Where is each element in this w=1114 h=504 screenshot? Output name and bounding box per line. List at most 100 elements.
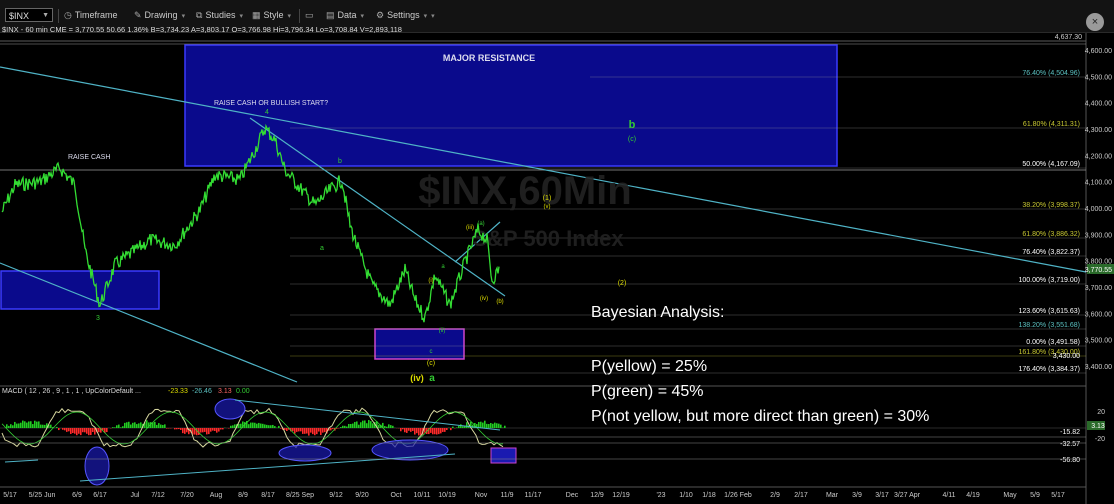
macd-histogram-bar xyxy=(6,424,8,428)
macd-histogram-bar xyxy=(418,428,420,436)
macd-histogram-bar xyxy=(38,421,40,428)
macd-histogram-bar xyxy=(482,422,484,428)
macd-histogram-bar xyxy=(494,422,496,428)
fib-level-label: 123.60% (3,615.63) xyxy=(1019,308,1081,315)
macd-histogram-bar xyxy=(268,425,270,428)
macd-histogram-bar xyxy=(124,422,126,428)
macd-histogram-bar xyxy=(12,425,14,428)
macd-histogram-bar xyxy=(498,423,500,428)
macd-histogram-bar xyxy=(416,428,418,434)
macd-histogram-bar xyxy=(350,424,352,428)
time-tick-label: 9/12 xyxy=(329,492,343,499)
macd-highlight-ellipse xyxy=(278,444,332,462)
macd-histogram-bar xyxy=(302,428,304,434)
fib-level-label: 100.00% (3,719.00) xyxy=(1019,277,1081,284)
macd-value: -23.33 xyxy=(168,388,188,395)
macd-histogram-bar xyxy=(274,426,276,428)
time-tick-label: 7/20 xyxy=(180,492,194,499)
macd-histogram-bar xyxy=(262,423,264,428)
macd-histogram-bar xyxy=(458,425,460,428)
macd-histogram-bar xyxy=(318,428,320,432)
macd-histogram-bar xyxy=(490,423,492,428)
macd-histogram-bar xyxy=(504,425,506,428)
macd-histogram-bar xyxy=(176,428,178,430)
macd-histogram-bar xyxy=(56,426,58,428)
macd-trendline xyxy=(4,459,39,463)
macd-histogram-bar xyxy=(360,422,362,428)
price-tag: 3,430.00 xyxy=(1053,353,1080,360)
fib-level-label: 76.40% (4,504.96) xyxy=(1022,70,1080,77)
wave-iii-label: (iii) xyxy=(466,225,474,231)
macd-histogram-bar xyxy=(406,428,408,433)
macd-histogram-bar xyxy=(84,428,86,433)
macd-histogram-bar xyxy=(74,428,76,434)
macd-histogram-bar xyxy=(28,421,30,428)
macd-histogram-bar xyxy=(342,425,344,428)
macd-histogram-bar xyxy=(218,428,220,432)
macd-histogram-bar xyxy=(412,428,414,431)
macd-histogram-bar xyxy=(216,428,218,433)
time-tick-label: 8/25 Sep xyxy=(286,492,314,499)
macd-histogram-bar xyxy=(352,423,354,428)
macd-histogram-bar xyxy=(462,426,464,428)
macd-histogram-bar xyxy=(78,428,80,434)
macd-histogram-bar xyxy=(8,425,10,428)
time-tick-label: 10/19 xyxy=(438,492,456,499)
wave-2-label: (2) xyxy=(618,280,627,287)
macd-histogram-bar xyxy=(500,424,502,428)
bayesian-line-3: P(not yellow, but more direct than green… xyxy=(591,408,930,425)
wave-i-label: (i) xyxy=(428,278,433,284)
watermark-symbol: $INX,60Min xyxy=(418,169,631,213)
fib-level-label: 61.80% (3,886.32) xyxy=(1022,231,1080,238)
time-tick-label: '23 xyxy=(656,492,665,499)
fib-level-label: 138.20% (3,551.68) xyxy=(1019,322,1081,329)
macd-histogram-bar xyxy=(354,421,356,428)
macd-histogram-bar xyxy=(18,423,20,428)
macd-label: MACD ( 12 , 26 , 9 , 1 , 1 , UpColorDefa… xyxy=(2,388,141,395)
macd-histogram-bar xyxy=(440,428,442,434)
time-tick-label: 8/17 xyxy=(261,492,275,499)
macd-histogram-bar xyxy=(344,425,346,428)
macd-histogram-bar xyxy=(120,427,122,428)
macd-histogram-bar xyxy=(70,428,72,434)
macd-histogram-bar xyxy=(254,422,256,428)
time-tick-label: 1/10 xyxy=(679,492,693,499)
macd-histogram-bar xyxy=(158,423,160,428)
macd-histogram-bar xyxy=(174,428,176,430)
macd-histogram-bar xyxy=(212,428,214,431)
macd-histogram-bar xyxy=(34,420,36,428)
macd-histogram-bar xyxy=(368,420,370,428)
macd-histogram-bar xyxy=(130,424,132,428)
macd-histogram-bar xyxy=(372,423,374,428)
bayesian-title: Bayesian Analysis: xyxy=(591,304,725,321)
macd-histogram-bar xyxy=(278,425,280,428)
macd-histogram-bar xyxy=(294,428,296,434)
macd-histogram-bar xyxy=(364,420,366,428)
fib-level-label: 38.20% (3,998.37) xyxy=(1022,202,1080,209)
macd-trendline xyxy=(79,453,456,482)
time-tick-label: 2/17 xyxy=(794,492,808,499)
chart-canvas[interactable]: MAJOR RESISTANCE RAISE CASH OR BULLISH ST… xyxy=(0,0,1114,504)
price-top-label: 4,637.30 xyxy=(1055,34,1082,41)
macd-histogram-bar xyxy=(466,422,468,428)
macd-histogram-bar xyxy=(204,428,206,432)
macd-histogram-bar xyxy=(88,428,90,436)
macd-histogram-bar xyxy=(340,427,342,428)
macd-histogram-bar xyxy=(370,421,372,428)
macd-histogram-bar xyxy=(400,428,402,432)
wave-4-label: 4 xyxy=(265,109,269,116)
macd-histogram-bar xyxy=(138,423,140,428)
macd-value: -26.46 xyxy=(192,388,212,395)
fib-level-label: 61.80% (4,311.31) xyxy=(1023,121,1080,128)
wave-b-paren-label: (b) xyxy=(496,299,503,305)
time-tick-label: 12/9 xyxy=(590,492,604,499)
macd-histogram-bar xyxy=(252,422,254,428)
macd-histogram-bar xyxy=(384,426,386,428)
wave-c-bottom-label: c xyxy=(430,349,433,355)
macd-histogram-bar xyxy=(456,427,458,428)
wave-b-small-label: b xyxy=(338,158,342,165)
macd-histogram-bar xyxy=(306,428,308,434)
macd-histogram-bar xyxy=(348,423,350,428)
macd-histogram-bar xyxy=(134,422,136,428)
macd-histogram-bar xyxy=(330,428,332,431)
